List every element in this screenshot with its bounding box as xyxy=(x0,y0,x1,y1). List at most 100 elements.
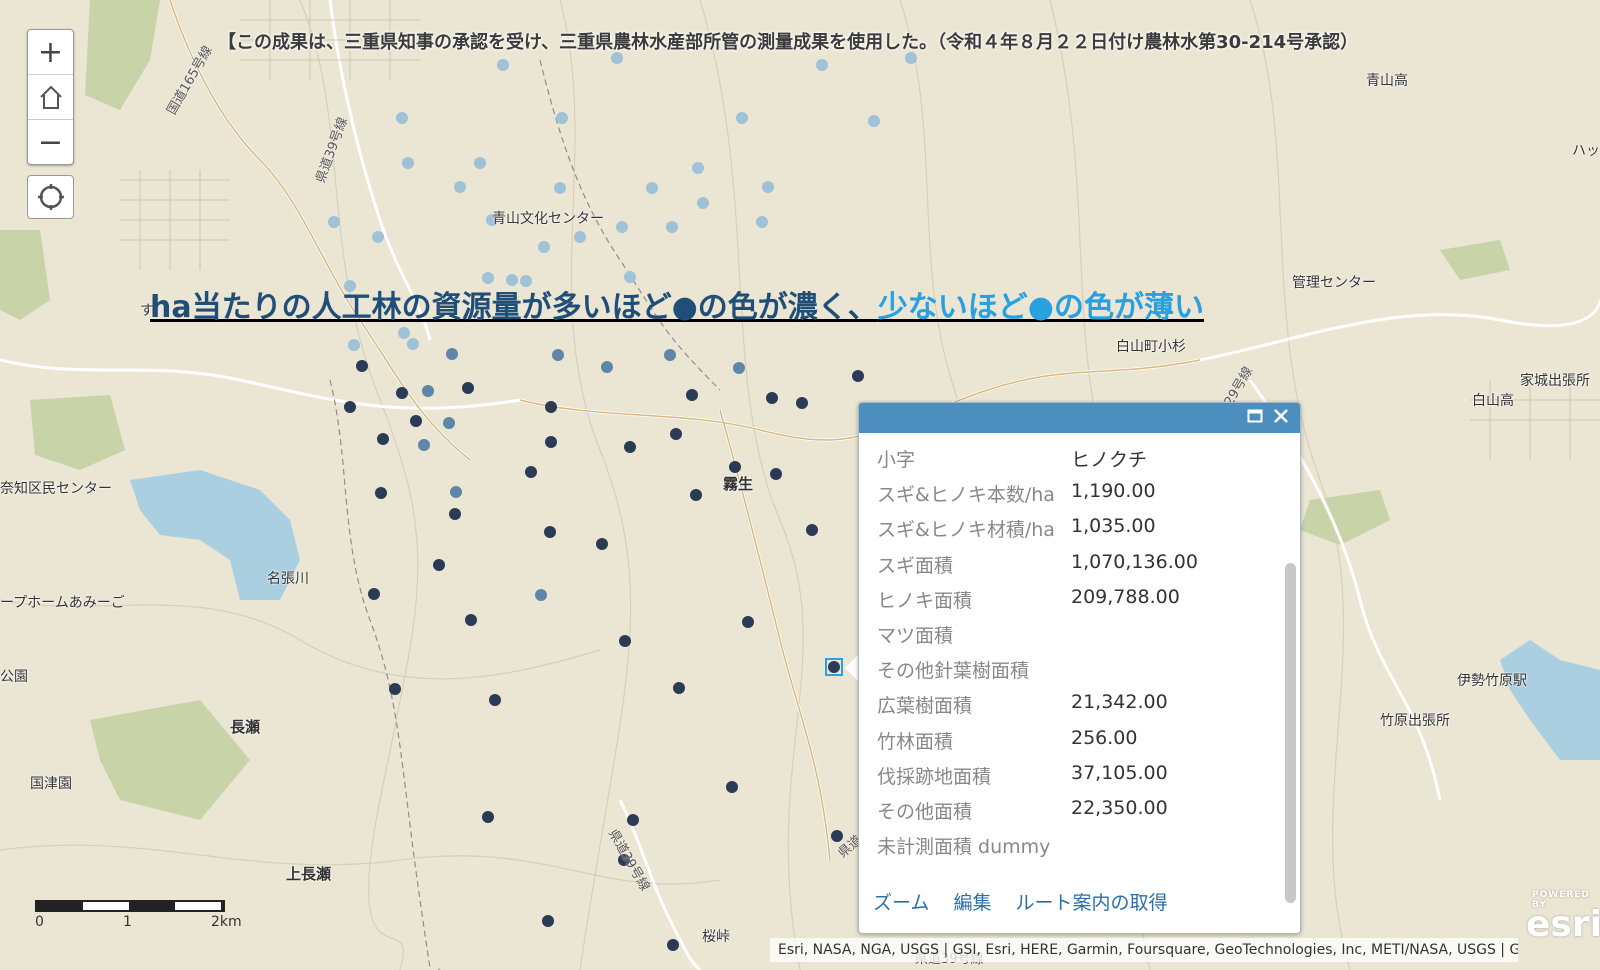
attribute-key: その他針葉樹面積 xyxy=(877,660,1030,683)
feature-popup: 小字 ヒノクチ スギ&ヒノキ本数/ha 1,190.00 スギ&ヒノキ材積/ha 1,03… xyxy=(858,402,1301,934)
maximize-icon xyxy=(1247,409,1263,423)
data-point[interactable] xyxy=(545,401,557,413)
data-point[interactable] xyxy=(742,616,754,628)
data-point[interactable] xyxy=(816,59,828,71)
data-point[interactable] xyxy=(729,461,741,473)
data-point[interactable] xyxy=(667,939,679,951)
place-label: 白山町小杉 xyxy=(1116,339,1186,355)
data-point[interactable] xyxy=(664,349,676,361)
data-point[interactable] xyxy=(474,157,486,169)
data-point[interactable] xyxy=(402,157,414,169)
data-point[interactable] xyxy=(368,588,380,600)
data-point[interactable] xyxy=(574,231,586,243)
data-point[interactable] xyxy=(770,468,782,480)
data-point[interactable] xyxy=(482,811,494,823)
data-point[interactable] xyxy=(852,370,864,382)
data-point[interactable] xyxy=(690,489,702,501)
data-point[interactable] xyxy=(398,327,410,339)
selection-marker xyxy=(825,658,843,676)
data-point[interactable] xyxy=(389,683,401,695)
home-icon xyxy=(39,85,62,109)
data-point[interactable] xyxy=(450,486,462,498)
data-point[interactable] xyxy=(762,181,774,193)
data-point[interactable] xyxy=(462,382,474,394)
place-label: 長瀬 xyxy=(230,718,261,736)
data-point[interactable] xyxy=(673,682,685,694)
data-point[interactable] xyxy=(396,112,408,124)
place-label: 管理センター xyxy=(1292,275,1376,291)
data-point[interactable] xyxy=(344,401,356,413)
data-point[interactable] xyxy=(686,389,698,401)
data-point[interactable] xyxy=(666,221,678,233)
data-point[interactable] xyxy=(692,162,704,174)
attribute-key: スギ&ヒノキ本数/ha xyxy=(877,484,1055,507)
data-point[interactable] xyxy=(670,428,682,440)
maximize-button[interactable] xyxy=(1246,408,1264,426)
data-point[interactable] xyxy=(545,436,557,448)
attribute-key: スギ面積 xyxy=(877,554,954,577)
data-point[interactable] xyxy=(372,231,384,243)
data-point[interactable] xyxy=(433,559,445,571)
popup-content[interactable]: 小字 ヒノクチ スギ&ヒノキ本数/ha 1,190.00 スギ&ヒノキ材積/ha 1,03… xyxy=(859,433,1282,881)
data-point[interactable] xyxy=(443,417,455,429)
data-point[interactable] xyxy=(454,181,466,193)
map-view[interactable]: 青山文化センター 青山高 管理センター 白山町小杉 白山高 家城出張所 霧生 名… xyxy=(0,0,1600,970)
attribute-value: 1,070,136.00 xyxy=(1071,550,1198,573)
data-point[interactable] xyxy=(624,441,636,453)
data-point[interactable] xyxy=(554,182,566,194)
data-point[interactable] xyxy=(377,433,389,445)
data-point[interactable] xyxy=(497,59,509,71)
data-point[interactable] xyxy=(489,694,501,706)
data-point[interactable] xyxy=(544,526,556,538)
data-point[interactable] xyxy=(596,538,608,550)
data-point[interactable] xyxy=(418,439,430,451)
data-point[interactable] xyxy=(535,589,547,601)
attribute-key: ヒノキ面積 xyxy=(877,589,973,612)
data-point[interactable] xyxy=(375,487,387,499)
popup-scrollbar[interactable] xyxy=(1285,563,1296,903)
data-point[interactable] xyxy=(410,415,422,427)
data-point[interactable] xyxy=(766,392,778,404)
data-point[interactable] xyxy=(407,338,419,350)
data-point[interactable] xyxy=(796,397,808,409)
data-point[interactable] xyxy=(356,360,368,372)
place-label: ハッ xyxy=(1572,143,1600,159)
attribution: Esri, NASA, NGA, USGS | GSI, Esri, HERE,… xyxy=(770,938,1518,962)
data-point[interactable] xyxy=(538,241,550,253)
data-point[interactable] xyxy=(465,614,477,626)
esri-logo[interactable]: POWERED BY esri xyxy=(1526,890,1600,945)
place-label: 国津園 xyxy=(30,776,72,792)
data-point[interactable] xyxy=(542,915,554,927)
zoom-link[interactable]: ズーム xyxy=(873,892,929,914)
data-point[interactable] xyxy=(868,115,880,127)
data-point[interactable] xyxy=(627,814,639,826)
data-point[interactable] xyxy=(697,197,709,209)
data-point[interactable] xyxy=(733,362,745,374)
data-point[interactable] xyxy=(328,216,340,228)
data-point[interactable] xyxy=(525,466,537,478)
data-point[interactable] xyxy=(756,216,768,228)
zoom-out-button[interactable]: − xyxy=(28,120,73,164)
data-point[interactable] xyxy=(556,112,568,124)
data-point[interactable] xyxy=(726,781,738,793)
route-link[interactable]: ルート案内の取得 xyxy=(1016,892,1168,914)
attribute-key: 未計測面積 dummy xyxy=(877,836,1051,859)
close-button[interactable] xyxy=(1272,408,1290,426)
data-point[interactable] xyxy=(422,385,434,397)
zoom-in-button[interactable]: + xyxy=(28,30,73,75)
data-point[interactable] xyxy=(396,387,408,399)
data-point[interactable] xyxy=(552,349,564,361)
home-button[interactable] xyxy=(28,75,73,120)
data-point[interactable] xyxy=(646,182,658,194)
data-point[interactable] xyxy=(348,339,360,351)
data-point[interactable] xyxy=(736,112,748,124)
data-point[interactable] xyxy=(601,361,613,373)
data-point[interactable] xyxy=(446,348,458,360)
data-point[interactable] xyxy=(619,635,631,647)
locate-button[interactable] xyxy=(27,175,74,219)
edit-link[interactable]: 編集 xyxy=(953,892,991,914)
data-point[interactable] xyxy=(449,508,461,520)
data-point[interactable] xyxy=(616,221,628,233)
data-point[interactable] xyxy=(806,524,818,536)
place-label: 白山高 xyxy=(1472,393,1514,409)
